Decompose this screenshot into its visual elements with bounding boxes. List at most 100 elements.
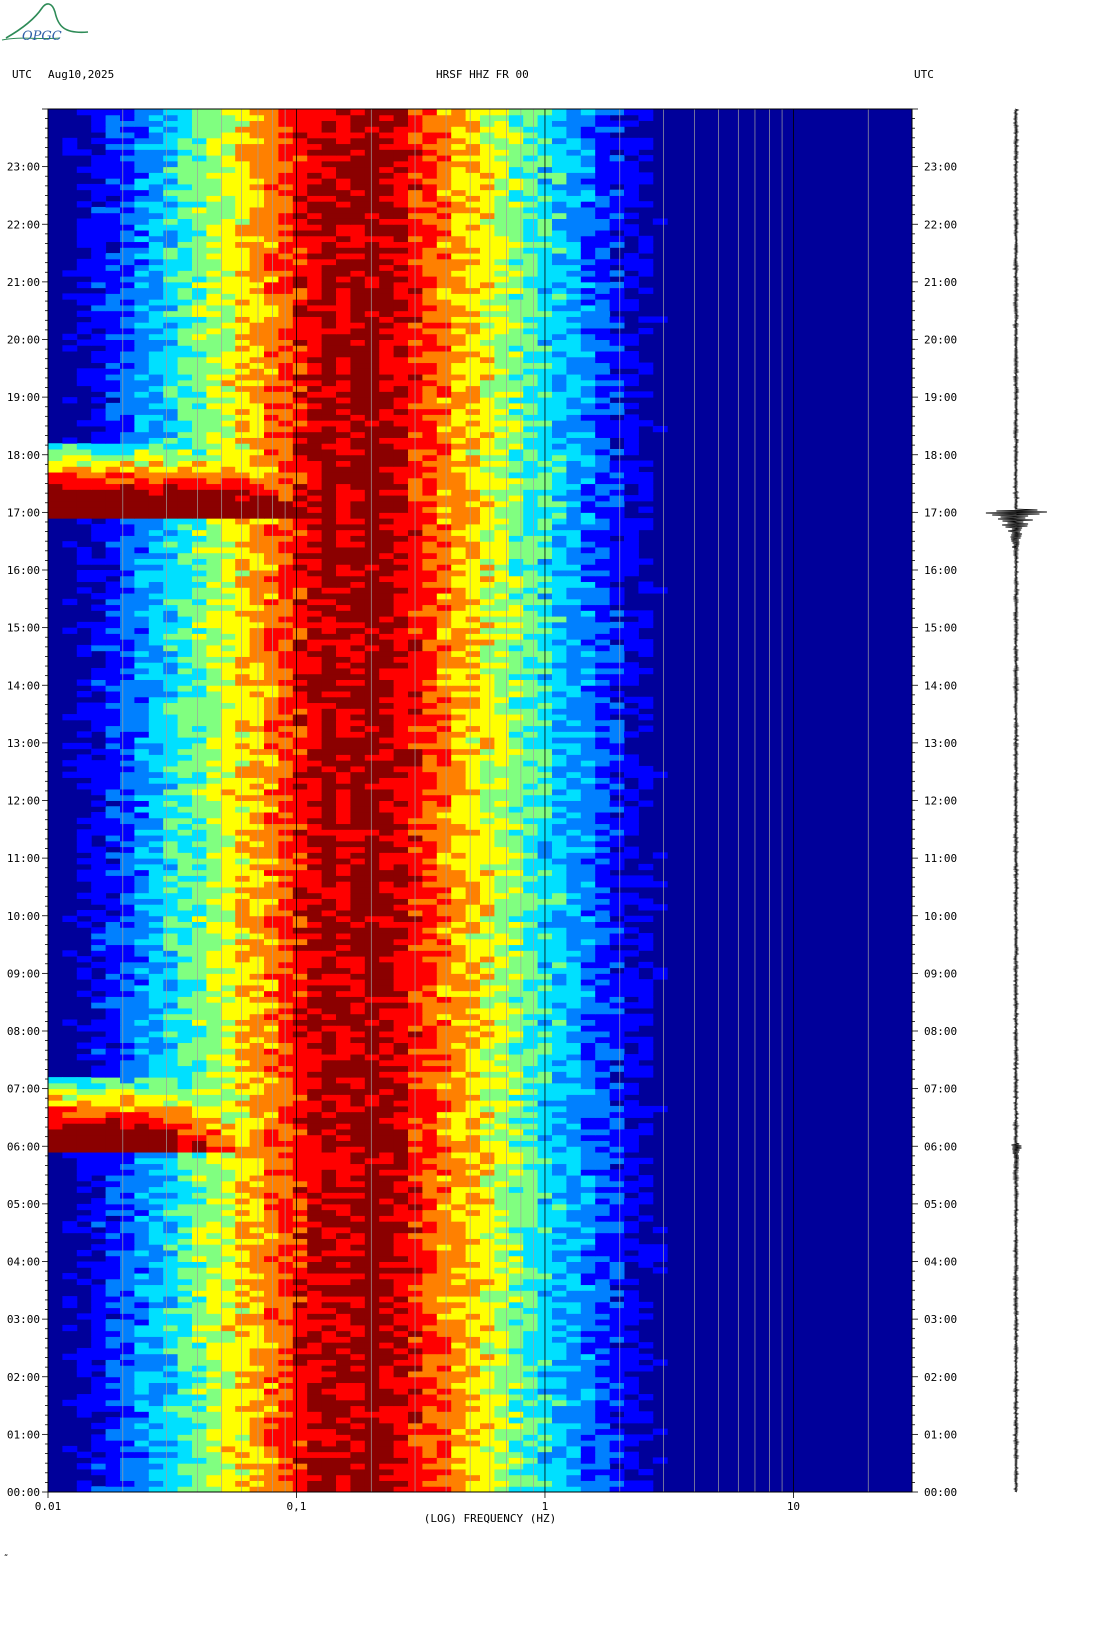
heatmap-cell (307, 1175, 323, 1182)
heatmap-cell (451, 1226, 467, 1234)
heatmap-cell (609, 800, 625, 807)
heatmap-cell (91, 1296, 107, 1303)
heatmap-cell (393, 1463, 409, 1470)
heatmap-cell (364, 771, 380, 778)
heatmap-cell (465, 1111, 481, 1118)
heatmap-cell (206, 1434, 222, 1441)
heatmap-cell (292, 1157, 308, 1165)
heatmap-cell (393, 1146, 409, 1153)
heatmap-cell (307, 806, 323, 813)
heatmap-cell (595, 1399, 611, 1407)
heatmap-cell (177, 1226, 193, 1234)
heatmap-cell (220, 921, 236, 928)
heatmap-cell (494, 1238, 510, 1245)
heatmap-cell (192, 1376, 207, 1384)
heatmap-cell (163, 990, 179, 997)
heatmap-cell (321, 1215, 337, 1222)
heatmap-cell (379, 1111, 395, 1118)
heatmap-cell (192, 754, 207, 761)
heatmap-cell (624, 1088, 639, 1095)
heatmap-cell (177, 1417, 193, 1424)
heatmap-cell (580, 1031, 596, 1038)
heatmap-cell (624, 1457, 639, 1464)
heatmap-cell (278, 1388, 294, 1395)
heatmap-cell (91, 1088, 107, 1095)
heatmap-cell (566, 875, 582, 882)
heatmap-cell (638, 771, 654, 778)
heatmap-cell (465, 1140, 481, 1147)
heatmap-cell (278, 1290, 294, 1297)
heatmap-cell (624, 1399, 639, 1407)
heatmap-cell (336, 1192, 351, 1199)
heatmap-cell (235, 1186, 251, 1193)
heatmap-cell (206, 1451, 222, 1458)
heatmap-cell (206, 1077, 222, 1084)
heatmap-cell (264, 1175, 279, 1182)
heatmap-cell (206, 944, 222, 951)
heatmap-cell (451, 760, 467, 767)
heatmap-cell (134, 777, 150, 784)
heatmap-cell (393, 875, 409, 882)
heatmap-cell (148, 794, 164, 801)
heatmap-cell (105, 1261, 121, 1268)
heatmap-cell (624, 771, 639, 778)
heatmap-cell (436, 1198, 452, 1205)
heatmap-cell (321, 1221, 337, 1228)
heatmap-cell (249, 1417, 265, 1424)
heatmap-cell (91, 1347, 107, 1355)
heatmap-cell (595, 1025, 611, 1032)
heatmap-cell (566, 1019, 582, 1026)
heatmap-cell (192, 840, 207, 848)
heatmap-cell (163, 1422, 179, 1430)
heatmap-cell (148, 1152, 164, 1159)
heatmap-cell (264, 1019, 279, 1026)
heatmap-cell (148, 1428, 164, 1435)
heatmap-cell (566, 996, 582, 1003)
heatmap-cell (336, 1474, 351, 1481)
heatmap-cell (436, 806, 452, 813)
heatmap-cell (134, 1457, 150, 1464)
heatmap-cell (249, 1451, 265, 1458)
heatmap-cell (595, 1163, 611, 1170)
heatmap-cell (393, 973, 409, 980)
heatmap-cell (364, 944, 380, 951)
heatmap-cell (220, 1192, 236, 1199)
heatmap-cell (379, 1198, 395, 1205)
heatmap-cell (422, 771, 438, 778)
heatmap-cell (480, 1249, 495, 1257)
heatmap-cell (134, 1065, 150, 1072)
heatmap-cell (552, 1445, 567, 1453)
heatmap-cell (609, 1013, 625, 1020)
heatmap-cell (177, 1405, 193, 1412)
heatmap-cell (364, 1198, 380, 1205)
heatmap-cell (609, 1105, 625, 1113)
heatmap-cell (652, 1105, 668, 1113)
heatmap-cell (163, 1480, 179, 1487)
heatmap-cell (192, 915, 207, 923)
heatmap-cell (264, 812, 279, 819)
heatmap-cell (336, 771, 351, 778)
heatmap-cell (307, 1267, 323, 1274)
heatmap-cell (177, 817, 193, 825)
heatmap-cell (408, 1117, 423, 1124)
heatmap-cell (321, 1434, 337, 1441)
heatmap-cell (177, 881, 193, 888)
heatmap-cell (192, 1186, 207, 1193)
heatmap-cell (638, 800, 654, 807)
heatmap-cell (278, 979, 294, 986)
heatmap-cell (134, 1267, 150, 1274)
heatmap-cell (91, 812, 107, 819)
heatmap-cell (307, 1152, 323, 1159)
heatmap-cell (566, 961, 582, 969)
heatmap-cell (91, 984, 107, 992)
heatmap-cell (120, 1123, 135, 1130)
heatmap-cell (379, 823, 395, 830)
heatmap-cell (350, 1048, 366, 1055)
heatmap-cell (235, 783, 251, 790)
heatmap-cell (465, 944, 481, 951)
heatmap-cell (206, 1088, 222, 1095)
heatmap-cell (292, 1267, 308, 1274)
heatmap-cell (379, 1342, 395, 1349)
heatmap-cell (393, 1192, 409, 1199)
heatmap-cell (264, 886, 279, 894)
